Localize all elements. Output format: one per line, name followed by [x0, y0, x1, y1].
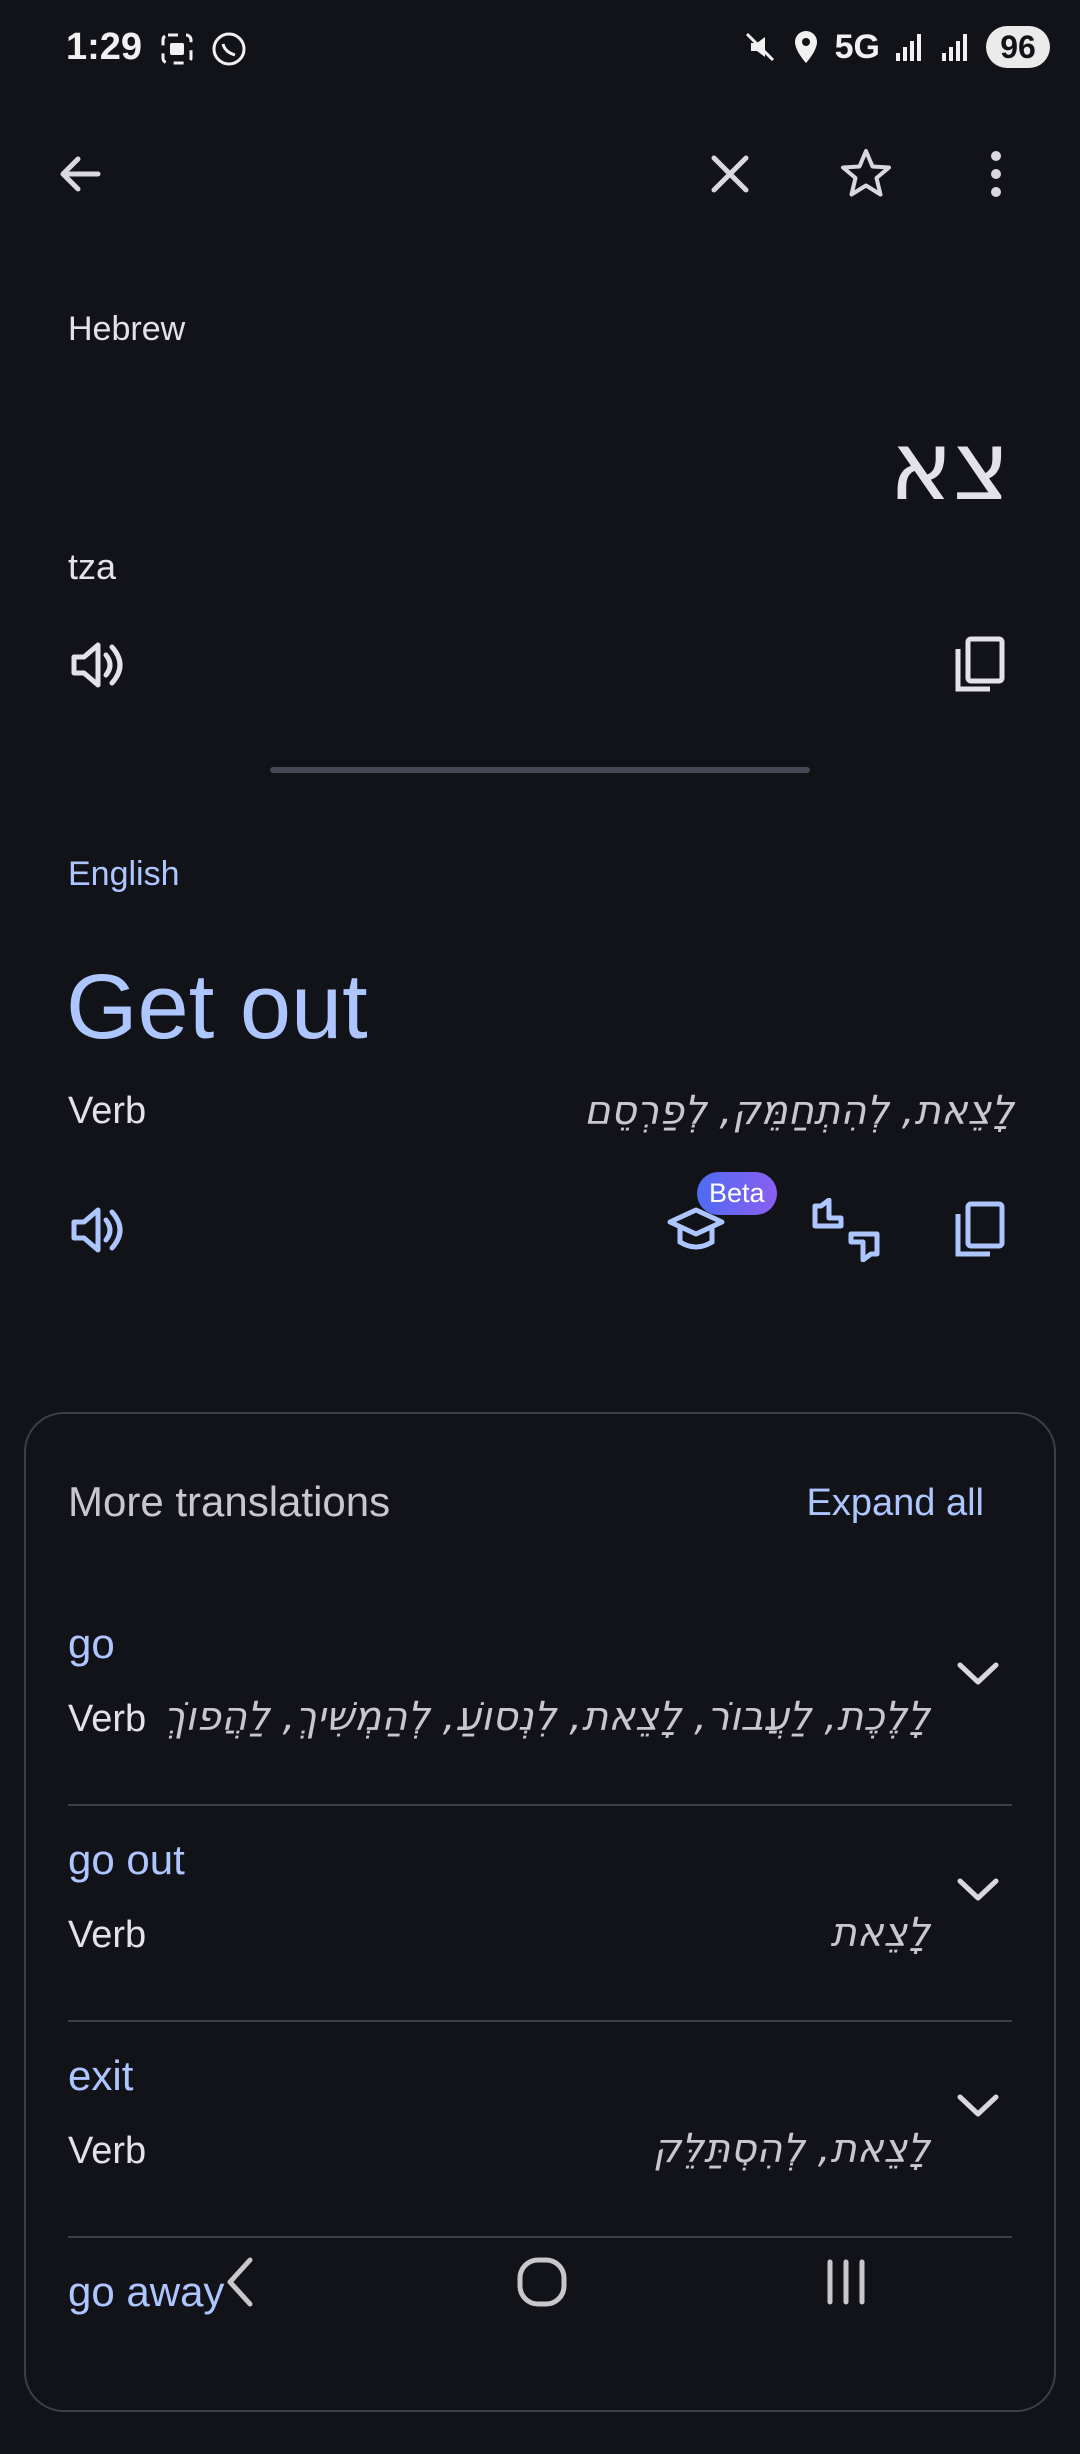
more-translations-title: More translations	[68, 1478, 391, 1525]
mute-icon	[743, 30, 777, 64]
back-button[interactable]	[40, 134, 120, 214]
translation-row-pos: Verb	[68, 2130, 147, 2172]
chevron-down-icon[interactable]	[956, 1876, 1000, 1904]
signal-icon	[894, 31, 926, 63]
target-copy-button[interactable]	[940, 1190, 1020, 1270]
more-vert-icon	[986, 148, 1006, 200]
star-icon	[838, 146, 894, 202]
speaker-icon	[68, 1202, 128, 1258]
translation-row[interactable]: go Verb לָלֶכֶת, לַעֲבוֹר, לָצֵאת, לִנְס…	[68, 1590, 1012, 1806]
source-text: צא	[888, 410, 1010, 522]
signal-icon-2	[940, 31, 972, 63]
translation-text: Get out	[66, 956, 368, 1058]
translation-alternatives: לָצֵאת, לְהִתְחַמֵּק, לְפַרְסֵם	[584, 1088, 1014, 1134]
target-listen-button[interactable]	[58, 1190, 138, 1270]
clear-button[interactable]	[690, 134, 770, 214]
translation-row[interactable]: exit Verb לָצֵאת, לְהִסְתַּלֵּק	[68, 2022, 1012, 2238]
nav-home-icon[interactable]	[516, 2254, 568, 2310]
battery-badge: 96	[986, 26, 1050, 68]
location-icon	[791, 29, 821, 65]
source-language-label: Hebrew	[68, 310, 186, 348]
target-language-label: English	[68, 855, 180, 893]
system-navigation-bar	[0, 2230, 1080, 2340]
back-arrow-icon	[54, 148, 106, 200]
expand-all-button[interactable]: Expand all	[807, 1482, 984, 1525]
chevron-down-icon[interactable]	[956, 1660, 1000, 1688]
translation-row-pos: Verb	[68, 1698, 147, 1740]
copy-icon	[952, 1200, 1008, 1260]
whatsapp-icon	[210, 30, 248, 68]
nav-back-icon[interactable]	[220, 2254, 260, 2310]
translation-part-of-speech: Verb	[68, 1090, 147, 1132]
nav-recents-icon[interactable]	[822, 2254, 870, 2310]
chevron-down-icon[interactable]	[956, 2092, 1000, 2120]
network-type: 5G	[834, 27, 880, 66]
translation-row-alternatives: לָלֶכֶת, לַעֲבוֹר, לָצֵאת, לִנְסוֹעַ, לְ…	[163, 1694, 930, 1740]
panel-drag-handle[interactable]	[270, 767, 810, 773]
source-transliteration: tza	[68, 546, 117, 587]
translation-row-alternatives: לָצֵאת, לְהִסְתַּלֵּק	[652, 2126, 930, 2172]
translation-row-word: go	[68, 1620, 115, 1667]
feedback-icon	[809, 1198, 883, 1262]
status-notification-icons	[158, 30, 248, 68]
rate-translation-button[interactable]	[806, 1190, 886, 1270]
more-options-button[interactable]	[956, 134, 1036, 214]
copy-icon	[952, 635, 1008, 695]
status-time: 1:29	[66, 26, 143, 68]
translation-row-word: go out	[68, 1836, 185, 1883]
status-system-icons: 5G 96	[743, 26, 1050, 68]
beta-badge: Beta	[697, 1172, 777, 1215]
speaker-icon	[68, 637, 128, 693]
source-copy-button[interactable]	[940, 625, 1020, 705]
translation-row-word: exit	[68, 2052, 134, 2099]
close-icon	[706, 150, 754, 198]
translation-row-pos: Verb	[68, 1914, 147, 1956]
save-star-button[interactable]	[826, 134, 906, 214]
translation-row[interactable]: go out Verb לָצֵאת	[68, 1806, 1012, 2022]
translation-row-alternatives: לָצֵאת	[830, 1910, 931, 1956]
source-listen-button[interactable]	[58, 625, 138, 705]
screenshot-icon	[158, 30, 196, 68]
